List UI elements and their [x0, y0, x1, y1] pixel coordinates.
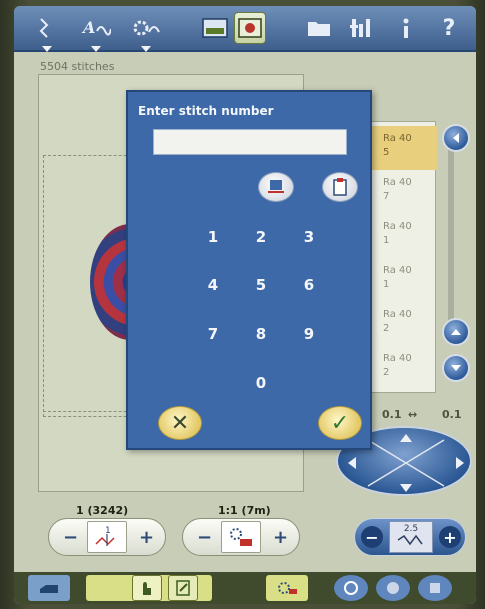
key-7[interactable]: 7: [198, 319, 228, 349]
key-8[interactable]: 8: [246, 319, 276, 349]
edit-design-button[interactable]: [168, 575, 198, 601]
design-menu-icon[interactable]: [126, 12, 166, 52]
file-manager-icon[interactable]: [304, 12, 334, 44]
thread-number: 5: [383, 147, 390, 158]
color-block-item[interactable]: Ra 40 1: [367, 258, 437, 302]
stitch-menu-icon[interactable]: [32, 12, 62, 52]
color-block-count-label: 1 (3242): [76, 504, 129, 517]
ok-button[interactable]: ✓: [318, 406, 362, 440]
embroidery-stitch-out-icon[interactable]: [234, 12, 266, 44]
top-toolbar: A ?: [14, 6, 476, 52]
key-1[interactable]: 1: [198, 222, 228, 252]
nav-down-icon: [400, 484, 412, 492]
scroll-up-button[interactable]: [442, 318, 470, 346]
cancel-icon: ✕: [170, 410, 190, 436]
thread-name: Ra 40: [383, 133, 412, 144]
help-icon[interactable]: ?: [434, 12, 464, 44]
step-value-display: 2.5: [389, 521, 433, 553]
stitch-decrement-button[interactable]: −: [63, 527, 78, 548]
step-decrease-button[interactable]: −: [361, 526, 383, 548]
thread-number: 1: [383, 235, 390, 246]
font-menu-icon[interactable]: A: [78, 12, 114, 52]
go-to-stitch-button[interactable]: 1: [87, 521, 127, 553]
scroll-down-button[interactable]: [442, 354, 470, 382]
nav-right-icon: [456, 457, 464, 469]
color-block-item[interactable]: Ra 40 5: [367, 126, 437, 170]
color-list-scrollbar[interactable]: [448, 131, 454, 331]
color-block-item[interactable]: Ra 40 2: [367, 346, 437, 390]
thread-number: 7: [383, 191, 390, 202]
sewing-mode-button[interactable]: [28, 575, 70, 601]
thread-name: Ra 40: [383, 309, 412, 320]
embroidery-edit-icon[interactable]: [198, 12, 232, 44]
thread-number: 2: [383, 323, 390, 334]
thread-number: 1: [383, 279, 390, 290]
submenu-arrow-icon: [91, 46, 101, 52]
needle-stop-button[interactable]: [418, 575, 452, 601]
key-6[interactable]: 6: [294, 270, 324, 300]
key-5[interactable]: 5: [246, 270, 276, 300]
thread-name: Ra 40: [383, 221, 412, 232]
thread-color-button[interactable]: [334, 575, 368, 601]
color-position-label: 1:1 (7m): [218, 504, 271, 517]
enter-stitch-number-dialog: Enter stitch number 1 2 3 4 5 6 7 8 9 0 …: [126, 90, 372, 450]
color-stepper: − +: [182, 518, 300, 556]
svg-text:A: A: [81, 18, 95, 37]
color-block-list[interactable]: Ra 40 5 Ra 40 7 Ra 40 1 Ra 40 1 Ra 40 2 …: [366, 121, 437, 393]
color-block-item[interactable]: Ra 40 7: [367, 170, 437, 214]
info-icon[interactable]: [394, 12, 418, 44]
svg-text:1: 1: [105, 526, 111, 536]
key-9[interactable]: 9: [294, 319, 324, 349]
position-x-value: 0.1: [382, 408, 402, 421]
key-4[interactable]: 4: [198, 270, 228, 300]
color-decrement-button[interactable]: −: [197, 527, 212, 548]
check-icon: ✓: [330, 410, 350, 436]
nav-left-icon: [348, 457, 356, 469]
thread-name: Ra 40: [383, 353, 412, 364]
key-2[interactable]: 2: [246, 222, 276, 252]
position-y-value: 0.1: [442, 408, 462, 421]
paste-position-button[interactable]: [322, 172, 358, 202]
stitch-count-label: 5504 stitches: [40, 60, 115, 73]
color-change-button[interactable]: [221, 521, 261, 553]
step-increase-button[interactable]: +: [439, 526, 461, 548]
settings-icon[interactable]: [346, 12, 376, 44]
thread-number: 2: [383, 367, 390, 378]
cancel-button[interactable]: ✕: [158, 406, 202, 440]
submenu-arrow-icon: [42, 46, 52, 52]
sew-to-position-button[interactable]: [258, 172, 294, 202]
submenu-arrow-icon: [141, 46, 151, 52]
hand-touch-button[interactable]: [132, 575, 162, 601]
dialog-title: Enter stitch number: [138, 104, 274, 118]
scroll-top-button[interactable]: [442, 124, 470, 152]
stitch-number-input[interactable]: [153, 129, 347, 155]
color-block-item[interactable]: Ra 40 2: [367, 302, 437, 346]
trim-button[interactable]: [376, 575, 410, 601]
position-separator: ↔: [408, 408, 418, 421]
color-increment-button[interactable]: +: [273, 527, 288, 548]
thread-name: Ra 40: [383, 177, 412, 188]
thread-name: Ra 40: [383, 265, 412, 276]
key-0[interactable]: 0: [246, 368, 276, 398]
step-value: 2.5: [403, 524, 419, 534]
step-stepper: − 2.5 +: [354, 518, 466, 556]
stitch-increment-button[interactable]: +: [139, 527, 154, 548]
nav-up-icon: [400, 434, 412, 442]
bottom-toolbar: [14, 572, 476, 604]
stitch-out-mode-button[interactable]: [266, 575, 308, 601]
color-block-item[interactable]: Ra 40 1: [367, 214, 437, 258]
key-3[interactable]: 3: [294, 222, 324, 252]
stitch-stepper: − 1 +: [48, 518, 166, 556]
touch-screen: A ? 5504 stitches Ra 40 5 Ra 40 7 Ra 40 …: [14, 6, 476, 604]
